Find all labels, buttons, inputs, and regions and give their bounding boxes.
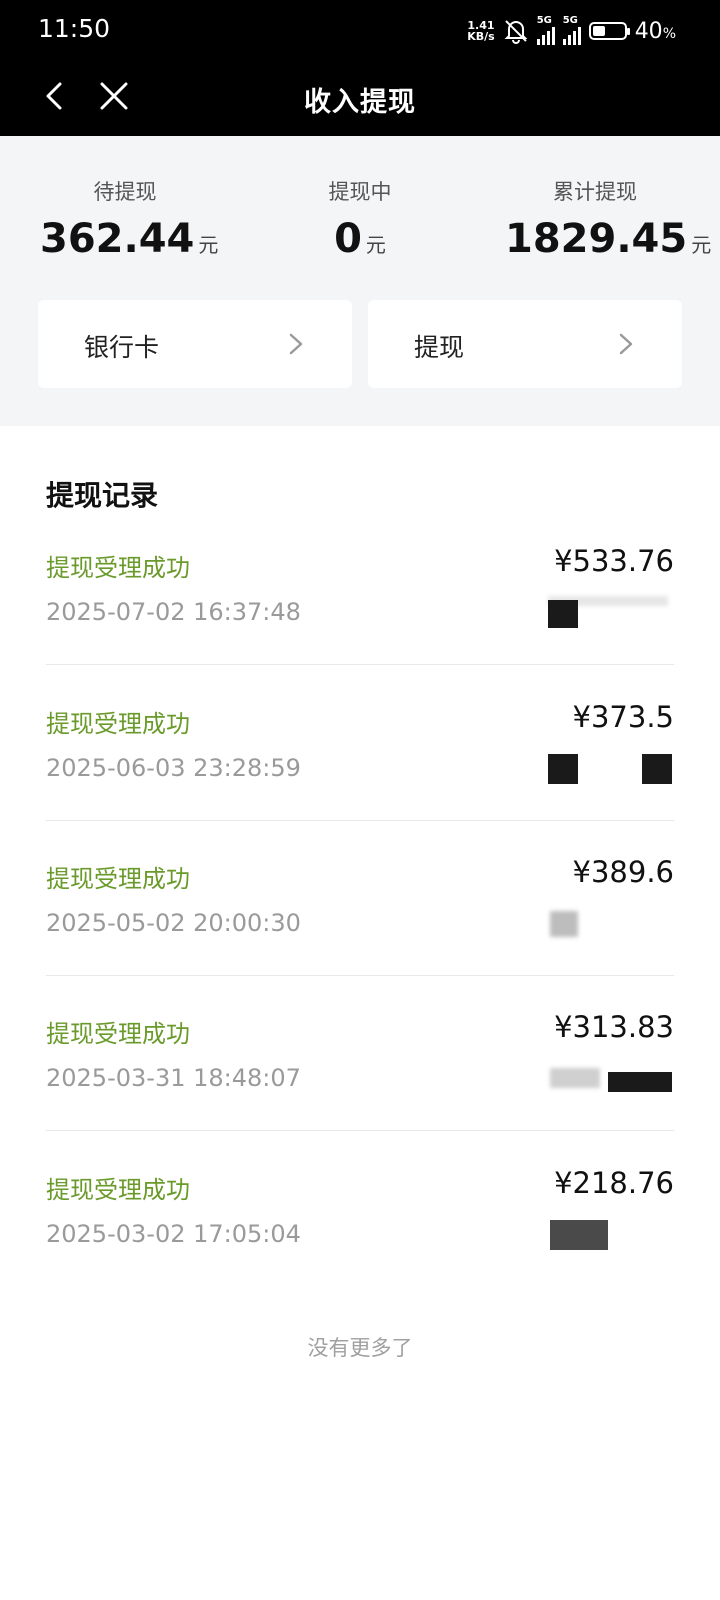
- redacted-account: [548, 596, 674, 632]
- chevron-right-icon: [619, 333, 633, 355]
- list-item[interactable]: 提现受理成功 2025-03-02 17:05:04 ¥218.76: [46, 1156, 674, 1314]
- list-item[interactable]: 提现受理成功 2025-03-31 18:48:07 ¥313.83: [46, 1000, 674, 1158]
- processing-withdraw-stat: 提现中 0元: [310, 176, 410, 262]
- pending-withdraw-stat: 待提现 362.44 元: [40, 176, 218, 262]
- divider: [46, 664, 674, 665]
- chevron-right-icon: [289, 333, 303, 355]
- page-title: 收入提现: [304, 87, 416, 118]
- records-title: 提现记录: [46, 479, 159, 512]
- redacted-account: [548, 1062, 674, 1098]
- processing-amount: 0: [334, 216, 362, 262]
- redacted-account: [548, 907, 674, 943]
- record-amount: ¥389.6: [572, 855, 674, 889]
- summary-panel: 待提现 362.44 元 提现中 0元 累计提现 1829.45 元 银行卡 提现: [0, 136, 720, 426]
- battery-icon: [588, 22, 630, 40]
- record-datetime: 2025-03-31 18:48:07: [46, 1064, 301, 1092]
- pending-amount: 362.44: [40, 216, 195, 262]
- signal-label: 5G: [536, 15, 552, 26]
- pending-unit: 元: [198, 233, 219, 257]
- network-speed: 1.41 KB/s: [467, 20, 494, 42]
- withdraw-button[interactable]: 提现: [368, 300, 682, 388]
- processing-unit: 元: [365, 233, 386, 257]
- bank-card-label: 银行卡: [84, 333, 160, 362]
- bank-card-button[interactable]: 银行卡: [38, 300, 352, 388]
- total-withdraw-stat: 累计提现 1829.45 元: [505, 176, 711, 262]
- record-amount: ¥373.5: [572, 700, 674, 734]
- list-item[interactable]: 提现受理成功 2025-06-03 23:28:59 ¥373.5: [46, 690, 674, 848]
- pending-label: 待提现: [93, 180, 157, 204]
- total-unit: 元: [691, 233, 712, 257]
- status-icons: 1.41 KB/s 5G 5G 40%: [467, 14, 676, 48]
- bell-muted-icon: [504, 20, 528, 44]
- divider: [46, 1130, 674, 1131]
- battery-percent: 40%: [634, 18, 676, 44]
- record-status: 提现受理成功: [46, 710, 190, 738]
- divider: [46, 820, 674, 821]
- record-datetime: 2025-07-02 16:37:48: [46, 598, 301, 626]
- record-status: 提现受理成功: [46, 554, 190, 582]
- record-status: 提现受理成功: [46, 1020, 190, 1048]
- top-bar: 11:50 1.41 KB/s 5G 5G 40% 收入提现: [0, 0, 720, 136]
- record-status: 提现受理成功: [46, 1176, 190, 1204]
- list-item[interactable]: 提现受理成功 2025-07-02 16:37:48 ¥533.76: [46, 534, 674, 692]
- signal-icon: 5G: [562, 15, 581, 45]
- network-speed-unit: KB/s: [467, 30, 495, 43]
- processing-label: 提现中: [328, 180, 392, 204]
- end-of-list-text: 没有更多了: [307, 1336, 413, 1360]
- total-label: 累计提现: [553, 180, 637, 204]
- divider: [46, 975, 674, 976]
- signal-icon: 5G: [536, 15, 555, 45]
- record-amount: ¥533.76: [554, 544, 674, 578]
- record-datetime: 2025-03-02 17:05:04: [46, 1220, 301, 1248]
- signal-label: 5G: [562, 15, 578, 26]
- status-time: 11:50: [38, 14, 111, 43]
- redacted-account: [548, 1218, 674, 1254]
- record-status: 提现受理成功: [46, 865, 190, 893]
- record-amount: ¥218.76: [554, 1166, 674, 1200]
- battery-fill: [592, 26, 605, 36]
- withdraw-label: 提现: [414, 333, 465, 362]
- total-amount: 1829.45: [505, 216, 688, 262]
- record-datetime: 2025-06-03 23:28:59: [46, 754, 301, 782]
- record-amount: ¥313.83: [554, 1010, 674, 1044]
- record-datetime: 2025-05-02 20:00:30: [46, 909, 301, 937]
- list-item[interactable]: 提现受理成功 2025-05-02 20:00:30 ¥389.6: [46, 845, 674, 1003]
- redacted-account: [548, 752, 674, 788]
